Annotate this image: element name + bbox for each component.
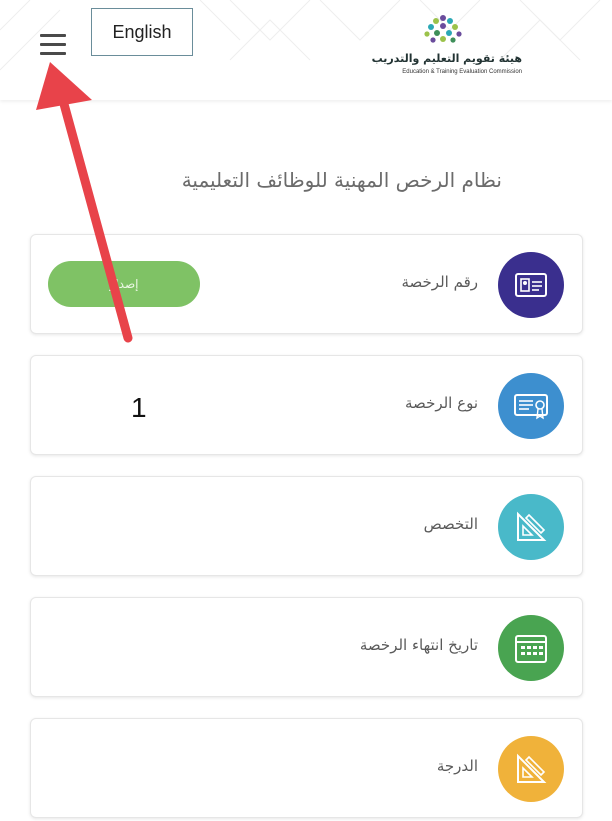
header: English هيئة تقويم التعليم والتدريب Educ…: [0, 0, 612, 100]
field-card-specialization: التخصص: [30, 476, 583, 576]
set-square-ruler-icon: [498, 494, 564, 560]
issue-license-button[interactable]: إصدار: [48, 261, 200, 307]
language-toggle-button[interactable]: English: [91, 8, 193, 56]
license-type-value: 1: [131, 392, 147, 423]
set-square-ruler-icon: [498, 736, 564, 802]
page-title: نظام الرخص المهنية للوظائف التعليمية: [181, 168, 502, 192]
logo-mark-icon: [424, 15, 462, 43]
calendar-icon: [498, 615, 564, 681]
etec-logo: هيئة تقويم التعليم والتدريب Education & …: [355, 14, 530, 80]
certificate-icon: [498, 373, 564, 439]
id-card-icon: [498, 252, 564, 318]
field-card-license-type: نوع الرخصة 1: [30, 355, 583, 455]
field-card-expiry-date: تاريخ انتهاء الرخصة: [30, 597, 583, 697]
field-label: الدرجة: [436, 757, 478, 775]
field-card-license-number: رقم الرخصة إصدار: [30, 234, 583, 334]
logo-arabic-text: هيئة تقويم التعليم والتدريب: [371, 52, 522, 65]
field-label: تاريخ انتهاء الرخصة: [359, 636, 478, 654]
logo-english-text: Education & Training Evaluation Commissi…: [402, 69, 522, 75]
field-label: رقم الرخصة: [401, 273, 478, 291]
hamburger-menu-icon[interactable]: [40, 34, 66, 56]
field-label: نوع الرخصة: [405, 394, 478, 412]
field-label: التخصص: [423, 515, 478, 533]
field-card-grade: الدرجة: [30, 718, 583, 818]
page: English هيئة تقويم التعليم والتدريب Educ…: [0, 0, 612, 821]
